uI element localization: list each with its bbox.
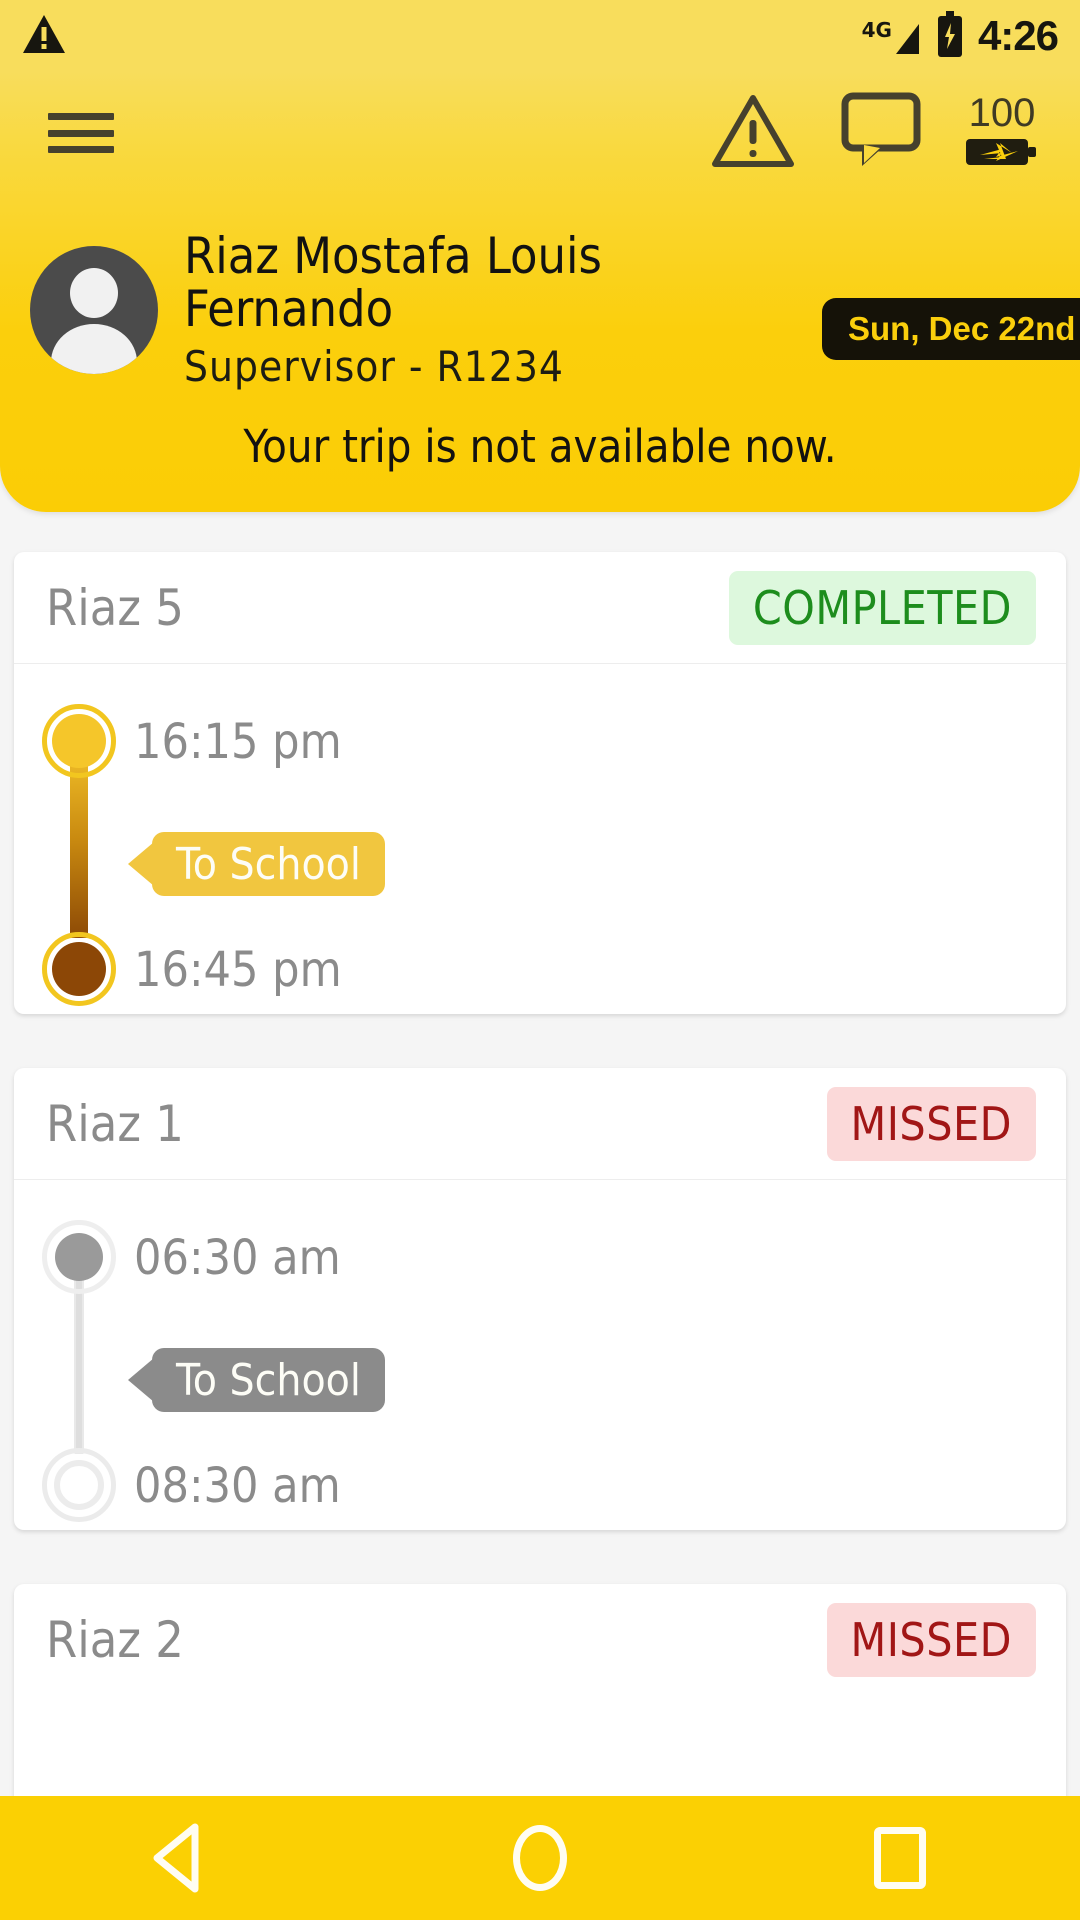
alert-triangle-icon[interactable] <box>710 92 796 174</box>
timeline-end-node <box>42 932 116 1006</box>
chat-bubble-icon[interactable] <box>840 91 922 175</box>
phone-screen: 4G 4:26 100 Riaz Mostafa Louis Fernando … <box>0 0 1080 1920</box>
recents-square-icon[interactable] <box>825 1796 975 1920</box>
user-name: Riaz Mostafa Louis Fernando <box>184 227 602 338</box>
trip-start-time: 16:15 pm <box>134 714 342 770</box>
trip-end-time: 16:45 pm <box>134 942 342 998</box>
status-bar-left <box>22 13 66 59</box>
trip-card[interactable]: Riaz 1 MISSED 06:30 am To School 08:30 a… <box>14 1068 1066 1530</box>
trip-title: Riaz 2 <box>46 1611 184 1669</box>
trip-card-header: Riaz 5 COMPLETED <box>14 552 1066 664</box>
battery-status[interactable]: 100 <box>966 93 1038 173</box>
trip-card-header: Riaz 1 MISSED <box>14 1068 1066 1180</box>
timeline-end-node <box>42 1448 116 1522</box>
hamburger-menu-icon[interactable] <box>48 108 118 158</box>
network-label: 4G <box>861 18 892 42</box>
signal-4g-icon: 4G <box>862 14 922 58</box>
timeline-start-node <box>42 704 116 778</box>
date-badge[interactable]: Sun, Dec 22nd <box>822 298 1080 360</box>
trip-timeline: 06:30 am To School 08:30 am <box>14 1180 1066 1530</box>
battery-percent-label: 100 <box>968 91 1036 135</box>
warning-triangle-icon <box>22 13 66 59</box>
back-triangle-icon[interactable] <box>105 1796 255 1920</box>
trip-card-list: Riaz 5 COMPLETED 16:15 pm To School 16:4… <box>0 552 1080 1920</box>
trip-unavailable-notice: Your trip is not available now. <box>243 420 837 473</box>
status-badge: MISSED <box>826 1603 1036 1677</box>
trip-title: Riaz 5 <box>46 578 184 637</box>
trip-card[interactable]: Riaz 5 COMPLETED 16:15 pm To School 16:4… <box>14 552 1066 1014</box>
status-bar-clock: 4:26 <box>977 12 1059 59</box>
system-nav-bar <box>0 1796 1080 1920</box>
battery-charging-icon <box>936 11 964 61</box>
status-bar-right: 4G 4:26 <box>862 11 1059 61</box>
trip-direction-bubble: To School <box>152 1348 385 1412</box>
status-badge: MISSED <box>826 1086 1036 1161</box>
trip-card-header: Riaz 2 MISSED <box>14 1584 1066 1696</box>
trip-start-time: 06:30 am <box>134 1230 341 1286</box>
trip-title: Riaz 1 <box>46 1094 184 1153</box>
trip-direction-bubble: To School <box>152 832 385 896</box>
date-badge-label: Sun, Dec 22nd <box>848 310 1076 347</box>
status-badge: COMPLETED <box>728 570 1036 645</box>
app-bar: 100 <box>0 78 1080 188</box>
timeline-start-node <box>42 1220 116 1294</box>
trip-timeline: 16:15 pm To School 16:45 pm <box>14 664 1066 1014</box>
status-bar: 4G 4:26 <box>0 0 1080 72</box>
trip-end-time: 08:30 am <box>134 1458 341 1514</box>
app-bar-actions: 100 <box>710 91 1038 175</box>
home-circle-icon[interactable] <box>465 1796 615 1920</box>
user-avatar-icon[interactable] <box>30 246 158 374</box>
battery-bolt-icon <box>966 135 1038 173</box>
